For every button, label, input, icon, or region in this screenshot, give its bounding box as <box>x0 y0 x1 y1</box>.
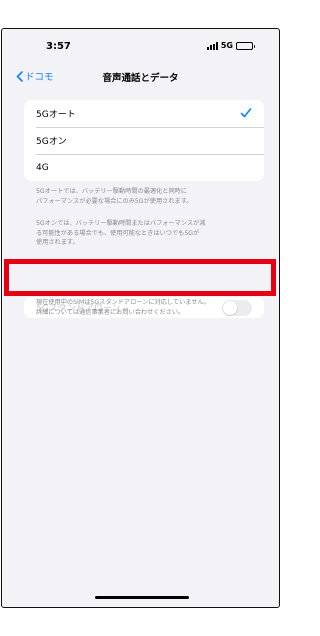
footnote-standalone: 現在使用中のSIMは5Gスタンドアローンに対応していません。 詳細については通信… <box>36 299 210 316</box>
phone-screen: 3:57 5G ドコモ 音声通話とデータ 5Gオート 5Gオン 4G 5Gオート… <box>1 28 280 608</box>
option-5g-auto[interactable]: 5Gオート <box>24 100 264 127</box>
option-label: 4G <box>36 162 49 173</box>
status-time: 3:57 <box>46 41 71 52</box>
highlight-box <box>4 259 276 296</box>
option-label: 5Gオン <box>36 137 67 147</box>
home-indicator <box>95 596 189 599</box>
footnote-5g-on: 5Gオンでは、バッテリー駆動時間またはパフォーマンスが減 る可能性がある場合でも… <box>36 220 206 246</box>
footnote-5g-auto: 5Gオートでは、バッテリー駆動時間の最適化と同時に パフォーマンスが必要な場合に… <box>36 188 193 205</box>
signal-icon <box>206 41 218 50</box>
option-4g[interactable]: 4G <box>24 154 264 181</box>
network-mode-list: 5Gオート 5Gオン 4G <box>24 100 264 181</box>
option-label: 5Gオート <box>36 110 76 120</box>
option-5g-on[interactable]: 5Gオン <box>24 127 264 154</box>
battery-icon <box>236 41 255 50</box>
network-type: 5G <box>220 41 233 50</box>
checkmark-icon <box>240 108 252 118</box>
page-title: 音声通話とデータ <box>102 73 179 84</box>
status-indicators: 5G <box>206 41 255 50</box>
navigation-bar: ドコモ 音声通話とデータ <box>2 65 279 89</box>
status-bar: 3:57 5G <box>2 29 279 65</box>
